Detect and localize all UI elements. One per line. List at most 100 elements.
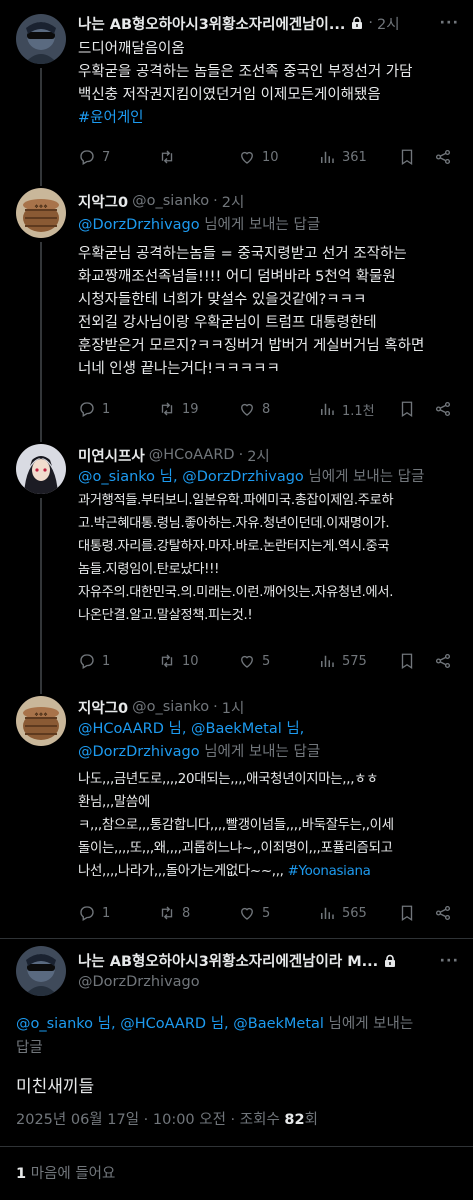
like-count: 5 bbox=[262, 905, 271, 921]
separator-dot: · bbox=[238, 447, 244, 463]
view-count: 565 bbox=[342, 905, 367, 921]
hashtag-link[interactable]: #Yoonasiana bbox=[288, 864, 371, 879]
lock-icon bbox=[350, 16, 364, 30]
likes-summary[interactable]: 1 마음에 들어요 bbox=[16, 1162, 115, 1183]
retweet-count: 10 bbox=[182, 653, 199, 669]
avatar[interactable]: ❖❖❖ bbox=[16, 188, 66, 238]
reply-context: @DorzDrzhivago 님에게 보내는 답글 bbox=[78, 741, 461, 764]
reply-button[interactable]: 1 bbox=[78, 652, 158, 670]
retweet-button[interactable]: 8 bbox=[158, 904, 238, 922]
share-button[interactable] bbox=[434, 904, 452, 922]
avatar[interactable] bbox=[16, 14, 66, 64]
separator-dot: · bbox=[213, 193, 218, 209]
like-button[interactable]: 5 bbox=[238, 652, 318, 670]
reply-button[interactable]: 1 bbox=[78, 400, 158, 418]
heart-icon bbox=[241, 907, 253, 920]
bookmark-button[interactable] bbox=[398, 652, 434, 670]
retweet-button[interactable] bbox=[158, 148, 238, 166]
mention-link[interactable]: @HCoAARD 님, @BaekMetal 님, bbox=[78, 718, 461, 741]
like-count: 8 bbox=[262, 401, 271, 417]
tweet-3[interactable]: 미연시프사 @HCoAARD · 2시 @o_sianko 님, @DorzDr… bbox=[0, 436, 473, 688]
view-count: 575 bbox=[342, 653, 367, 669]
text-line: 나온단결.알고.말살정책.피는것.! bbox=[78, 608, 253, 623]
display-name[interactable]: 나는 AB형오하아시3위황소자리에겐남이라 M... bbox=[78, 950, 378, 971]
display-name[interactable]: 미연시프사 bbox=[78, 445, 145, 466]
reply-context: @DorzDrzhivago 님에게 보내는 답글 bbox=[78, 214, 461, 237]
text-line: 훈장받은거 모르지?ㅋㅋ징버거 밥버거 게실버거님 혹하면 bbox=[78, 338, 425, 354]
text-line: 놈들.지령임이.탄로났다!!! bbox=[78, 562, 220, 577]
retweet-count: 8 bbox=[182, 905, 191, 921]
bookmark-button[interactable] bbox=[398, 400, 434, 418]
like-button[interactable]: 10 bbox=[238, 148, 318, 166]
text-line: 과거행적들.부터보니.일본유학.파에미국.총잡이제임.주로하 bbox=[78, 493, 394, 508]
reply-suffix: 님에게 보내는 답글 bbox=[199, 217, 321, 233]
views-button[interactable]: 1.1천 bbox=[318, 400, 398, 419]
timestamp[interactable]: 1시 bbox=[222, 697, 245, 718]
display-name[interactable]: 지악그0 bbox=[78, 697, 128, 718]
mention-link[interactable]: @DorzDrzhivago bbox=[78, 744, 200, 760]
reply-suffix: 님에게 보내는 bbox=[323, 1016, 414, 1032]
bookmark-icon bbox=[401, 149, 413, 166]
display-name[interactable]: 지악그0 bbox=[78, 191, 128, 212]
timestamp[interactable]: 2시 bbox=[222, 191, 245, 212]
views-button[interactable]: 575 bbox=[318, 652, 398, 670]
mention-link[interactable]: @o_sianko 님, @HCoAARD 님, @BaekMetal bbox=[16, 1016, 324, 1032]
more-options-icon[interactable]: ··· bbox=[433, 15, 459, 31]
retweet-count: 19 bbox=[182, 401, 199, 417]
analytics-icon bbox=[321, 907, 334, 919]
text-line: 돌이는,,,,또,,,왜,,,,괴롭히느냐~,,이죄명이,,,포퓰리즘되고 bbox=[78, 841, 393, 856]
display-name[interactable]: 나는 AB형오하아시3위황소자리에겐남이... bbox=[78, 13, 345, 34]
user-handle[interactable]: @DorzDrzhivago bbox=[78, 974, 200, 990]
timestamp[interactable]: 2시 bbox=[377, 13, 400, 34]
timestamp[interactable]: 2시 bbox=[247, 445, 270, 466]
avatar[interactable] bbox=[16, 444, 66, 494]
views-button[interactable]: 361 bbox=[318, 148, 398, 166]
bookmark-icon bbox=[401, 905, 413, 922]
retweet-icon bbox=[161, 402, 173, 416]
share-button[interactable] bbox=[434, 652, 452, 670]
mention-link[interactable]: @o_sianko 님, @DorzDrzhivago bbox=[78, 469, 304, 485]
bookmark-icon bbox=[401, 401, 413, 418]
user-handle[interactable]: @o_sianko bbox=[132, 193, 209, 209]
more-options-icon[interactable]: ··· bbox=[433, 953, 459, 969]
share-button[interactable] bbox=[434, 148, 452, 166]
svg-text:❖❖❖: ❖❖❖ bbox=[34, 712, 48, 718]
views-button[interactable]: 565 bbox=[318, 904, 398, 922]
user-handle[interactable]: @HCoAARD bbox=[149, 447, 235, 463]
share-button[interactable] bbox=[434, 400, 452, 418]
text-line: 시청자들한테 너희가 맞설수 있을것같에?ㅋㅋㅋ bbox=[78, 292, 367, 308]
bookmark-button[interactable] bbox=[398, 904, 434, 922]
retweet-button[interactable]: 19 bbox=[158, 400, 238, 418]
text-line: 대통령.자리를.강탈하자.마자.바로.논란터지는게.역시.중국 bbox=[78, 539, 390, 554]
reply-context: @o_sianko 님, @DorzDrzhivago 님에게 보내는 답글 bbox=[78, 466, 461, 489]
tweet-4[interactable]: ❖❖❖ 지악그0 @o_sianko · 1시 @HCoAARD 님, @Bae… bbox=[0, 688, 473, 938]
reply-suffix: 님에게 보내는 답글 bbox=[199, 744, 321, 760]
text-line: 나선,,,,나라가,,,돌아가는게없다~~,,, #Yoonasiana bbox=[78, 860, 461, 883]
text-line: 환님,,,말씀에 bbox=[78, 795, 150, 810]
tweet-2[interactable]: ❖❖❖ 지악그0 @o_sianko · 2시 @DorzDrzhivago 님… bbox=[0, 180, 473, 436]
retweet-icon bbox=[161, 906, 173, 920]
like-button[interactable]: 5 bbox=[238, 904, 318, 922]
reply-count: 1 bbox=[102, 401, 111, 417]
hashtag-link[interactable]: #윤어게인 bbox=[78, 107, 461, 130]
like-button[interactable]: 8 bbox=[238, 400, 318, 418]
thread-line bbox=[40, 180, 42, 186]
heart-icon bbox=[241, 403, 253, 416]
tweet-text: @HCoAARD 님, @BaekMetal 님, @DorzDrzhivago… bbox=[78, 718, 461, 883]
analytics-icon bbox=[321, 151, 334, 163]
avatar[interactable]: ❖❖❖ bbox=[16, 696, 66, 746]
reply-count: 7 bbox=[102, 149, 111, 165]
mention-link[interactable]: @DorzDrzhivago bbox=[78, 217, 200, 233]
share-icon bbox=[435, 653, 451, 669]
reply-suffix: 답글 bbox=[16, 1040, 43, 1056]
reply-icon bbox=[80, 402, 94, 417]
avatar[interactable] bbox=[16, 946, 66, 996]
reply-button[interactable]: 1 bbox=[78, 904, 158, 922]
bookmark-button[interactable] bbox=[398, 148, 434, 166]
reply-button[interactable]: 7 bbox=[78, 148, 158, 166]
likes-label: 마음에 들어요 bbox=[26, 1166, 116, 1182]
separator-dot: · bbox=[213, 699, 218, 715]
user-handle[interactable]: @o_sianko bbox=[132, 699, 209, 715]
tweet-1[interactable]: 나는 AB형오하아시3위황소자리에겐남이... · 2시 ··· 드디어깨달음이… bbox=[0, 0, 473, 182]
retweet-button[interactable]: 10 bbox=[158, 652, 238, 670]
